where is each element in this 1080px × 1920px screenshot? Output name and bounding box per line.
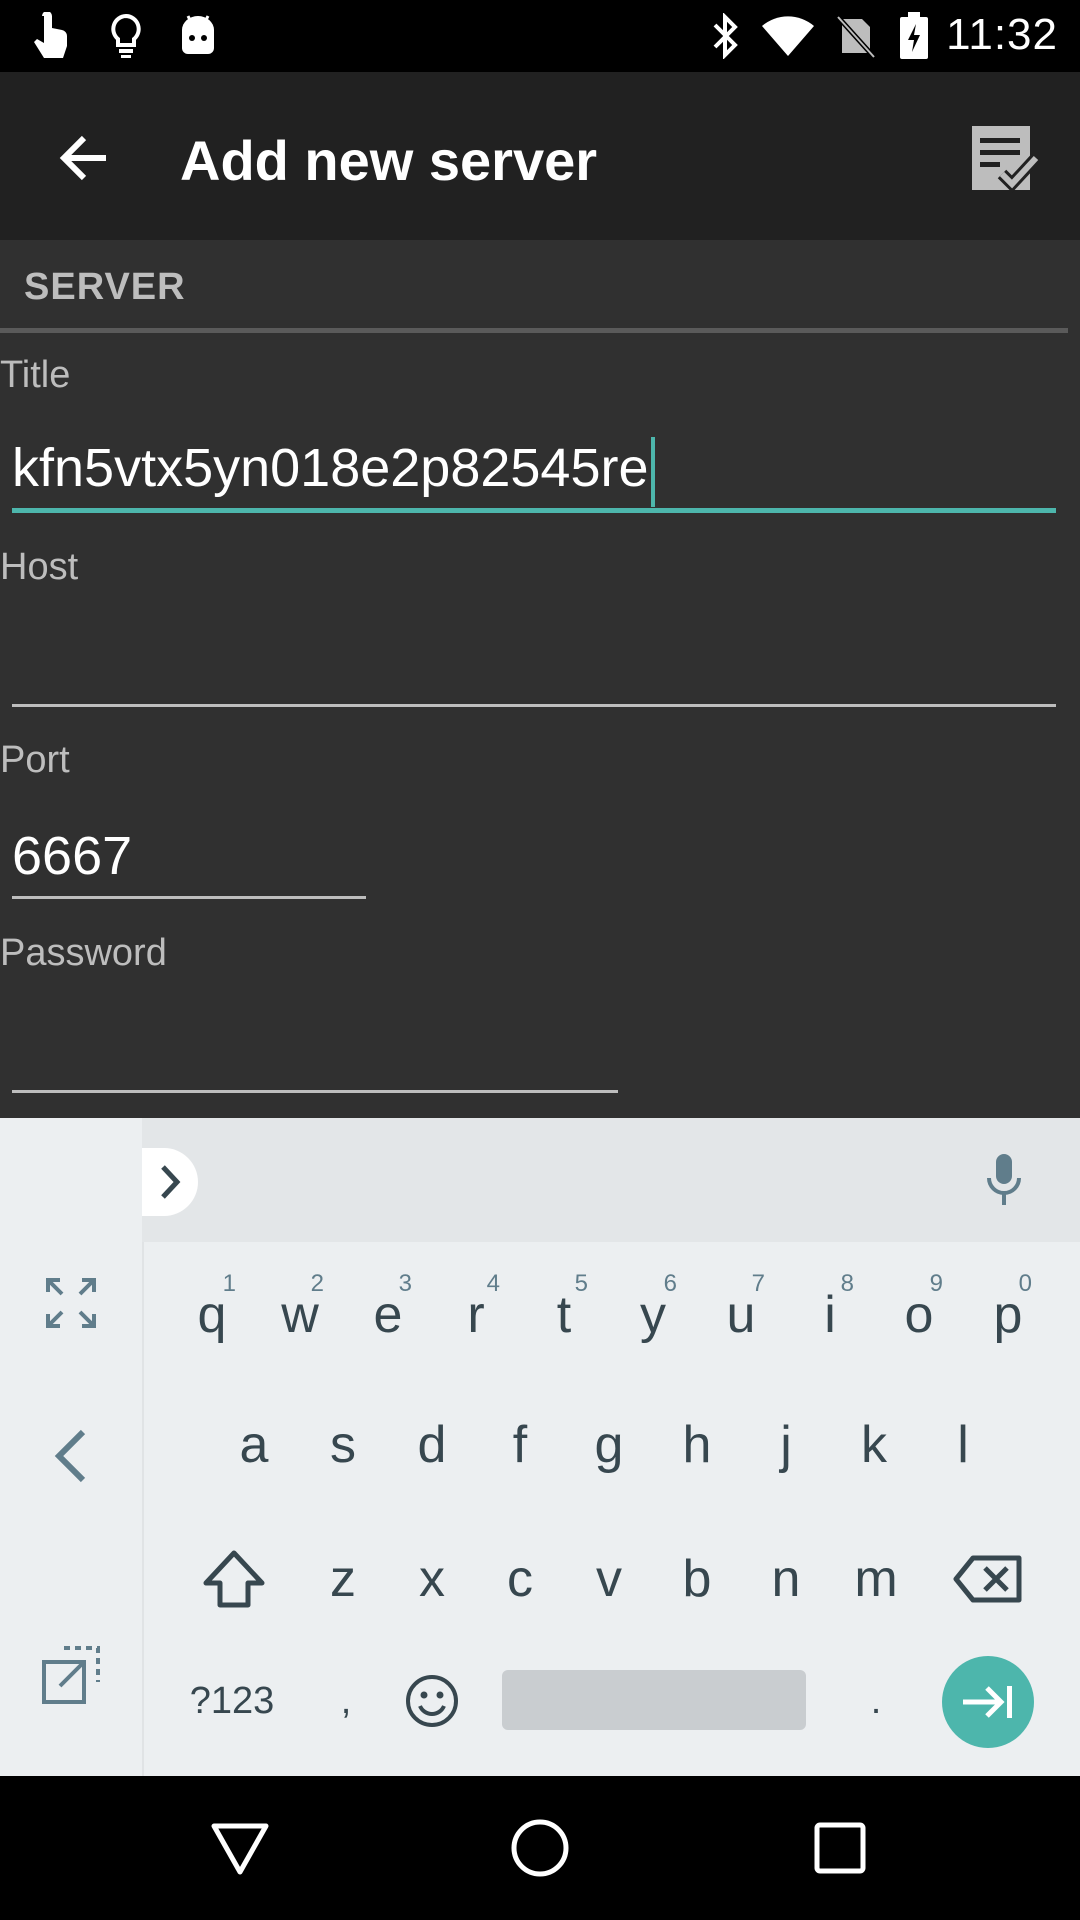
tab-next-icon: [963, 1686, 1012, 1718]
expand-suggestions-button[interactable]: [142, 1148, 198, 1216]
key-e[interactable]: e3: [358, 1260, 418, 1370]
key-q[interactable]: q1: [182, 1260, 242, 1370]
key-s[interactable]: s: [313, 1390, 373, 1500]
key-f[interactable]: f: [490, 1390, 550, 1500]
port-input[interactable]: 6667: [12, 816, 366, 899]
next-field-key[interactable]: [942, 1656, 1034, 1748]
smiley-icon: [406, 1675, 458, 1727]
back-button[interactable]: [40, 114, 128, 202]
spacebar-key[interactable]: [502, 1670, 806, 1730]
key-k[interactable]: k: [844, 1390, 904, 1500]
key-w[interactable]: w2: [270, 1260, 330, 1370]
key-g[interactable]: g: [579, 1390, 639, 1500]
shift-arrow-icon: [203, 1550, 265, 1608]
title-input[interactable]: kfn5vtx5yn018e2p82545re: [12, 428, 1056, 513]
title-label: Title: [0, 354, 71, 396]
backspace-icon: [953, 1555, 1022, 1603]
key-t[interactable]: t5: [534, 1260, 594, 1370]
text-cursor: [650, 436, 655, 507]
keyboard-side-panel: [0, 1118, 144, 1776]
period-key[interactable]: .: [846, 1646, 906, 1756]
key-m[interactable]: m: [844, 1524, 908, 1634]
password-input[interactable]: [12, 1010, 618, 1093]
navigation-bar: [0, 1776, 1080, 1920]
key-i[interactable]: i8: [800, 1260, 860, 1370]
section-header-server: SERVER: [24, 266, 186, 308]
emoji-key[interactable]: [396, 1646, 468, 1756]
popout-icon: [42, 1646, 100, 1704]
home-circle-icon: [511, 1819, 569, 1877]
microphone-icon: [987, 1154, 1021, 1205]
collapse-side-button[interactable]: [0, 1386, 142, 1526]
android-icon: [176, 12, 220, 60]
port-value: 6667: [12, 826, 133, 886]
bluetooth-icon: [706, 12, 746, 60]
key-x[interactable]: x: [402, 1524, 462, 1634]
key-z[interactable]: z: [313, 1524, 373, 1634]
status-time: 11:32: [946, 10, 1058, 59]
touch-hand-icon: [28, 12, 76, 60]
comma-key[interactable]: ,: [316, 1646, 376, 1756]
key-o[interactable]: o9: [889, 1260, 949, 1370]
recents-square-icon: [814, 1822, 866, 1874]
back-triangle-icon: [211, 1823, 269, 1875]
floating-keyboard-button[interactable]: [0, 1620, 142, 1730]
key-n[interactable]: n: [756, 1524, 816, 1634]
nav-home-button[interactable]: [492, 1800, 588, 1896]
key-v[interactable]: v: [579, 1524, 639, 1634]
voice-input-button[interactable]: [972, 1146, 1036, 1214]
wifi-icon: [758, 12, 818, 60]
nav-back-button[interactable]: [192, 1800, 288, 1896]
port-label: Port: [0, 739, 70, 781]
backspace-key[interactable]: [946, 1524, 1030, 1634]
shift-key[interactable]: [196, 1524, 272, 1634]
key-r[interactable]: r4: [446, 1260, 506, 1370]
battery-charging-icon: [896, 12, 932, 60]
checklist-icon: [972, 126, 1041, 193]
symbols-key[interactable]: ?123: [176, 1646, 288, 1756]
host-input[interactable]: [12, 624, 1056, 707]
fullscreen-icon: [46, 1278, 96, 1328]
title-value: kfn5vtx5yn018e2p82545re: [12, 438, 649, 498]
arrow-back-icon: [59, 135, 106, 181]
expand-keyboard-button[interactable]: [0, 1248, 142, 1358]
key-b[interactable]: b: [667, 1524, 727, 1634]
key-u[interactable]: u7: [711, 1260, 771, 1370]
host-label: Host: [0, 546, 79, 588]
key-c[interactable]: c: [490, 1524, 550, 1634]
key-y[interactable]: y6: [623, 1260, 683, 1370]
nav-recents-button[interactable]: [792, 1800, 888, 1896]
key-j[interactable]: j: [756, 1390, 816, 1500]
password-label: Password: [0, 932, 167, 974]
chevron-right-icon: [161, 1165, 181, 1199]
key-d[interactable]: d: [402, 1390, 462, 1500]
section-divider: [0, 328, 1068, 333]
suggestion-strip: [142, 1118, 1080, 1242]
save-server-button[interactable]: [956, 112, 1052, 208]
status-bar: 11:32: [0, 0, 1080, 72]
key-l[interactable]: l: [933, 1390, 993, 1500]
lightbulb-icon: [104, 12, 148, 60]
no-sim-icon: [832, 12, 880, 60]
app-bar: Add new server: [0, 72, 1080, 240]
key-a[interactable]: a: [224, 1390, 284, 1500]
key-h[interactable]: h: [667, 1390, 727, 1500]
soft-keyboard: q1 w2 e3 r4 t5 y6 u7 i8 o9 p0 a s d f g …: [0, 1118, 1080, 1776]
page-title: Add new server: [180, 129, 598, 192]
key-p[interactable]: p0: [978, 1260, 1038, 1370]
chevron-left-icon: [54, 1429, 86, 1483]
